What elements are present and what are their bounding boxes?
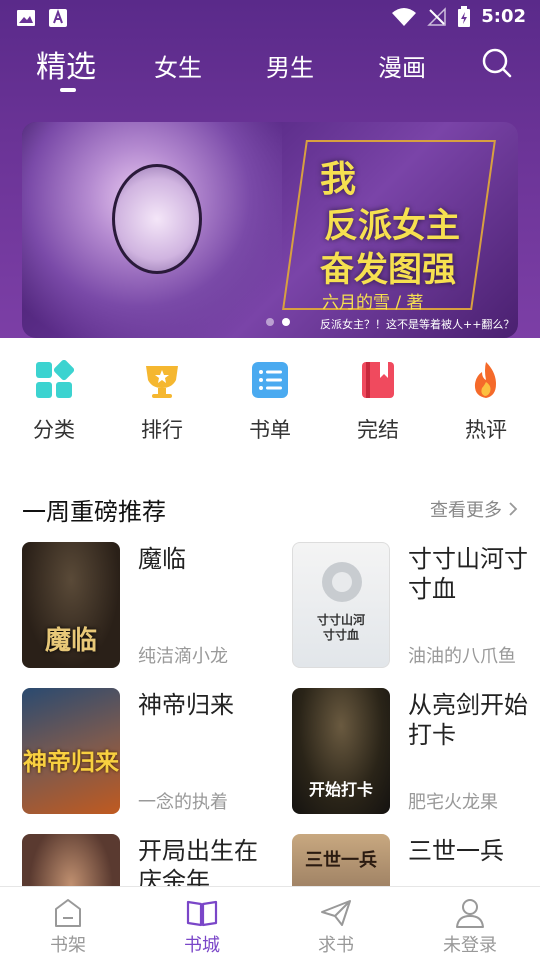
book-author: 纯洁滴小龙: [138, 646, 228, 667]
book-card[interactable]: 魔临 魔临 纯洁滴小龙: [22, 542, 272, 672]
view-more-link[interactable]: 查看更多: [430, 496, 518, 522]
book-cover: 寸寸山河 寸寸血: [292, 542, 390, 668]
nav-label: 书架: [50, 935, 86, 956]
book-card[interactable]: 开始打卡 从亮剑开始打卡 肥宅火龙果: [292, 688, 540, 818]
book-title: 从亮剑开始打卡: [408, 691, 528, 749]
book-card[interactable]: 神帝归来 神帝归来 一念的执着: [22, 688, 272, 818]
quick-entry-label: 完结: [357, 418, 399, 442]
category-grid-icon: [34, 359, 75, 400]
user-icon: [454, 897, 486, 929]
list-icon: [250, 360, 290, 400]
book-cover: 神帝归来: [22, 688, 120, 814]
no-signal-icon: [427, 6, 447, 27]
quick-entry-category[interactable]: 分类: [14, 359, 94, 444]
quick-entry-label: 分类: [33, 418, 75, 442]
banner-tagline: 反派女主？！这不是等着被人++翻么？: [320, 318, 515, 331]
nav-bookshelf[interactable]: 书架: [18, 897, 118, 957]
book-author: 肥宅火龙果: [408, 792, 498, 813]
book-cover-title: 三世一兵: [305, 850, 377, 871]
book-cover: 开始打卡: [292, 688, 390, 814]
top-tab-bar: 精选 女生 男生 漫画: [0, 40, 540, 100]
book-cover-title: 开始打卡: [308, 780, 373, 799]
promo-banner[interactable]: 我 反派女主 奋发图强 六月的雪 / 著 反派女主？！这不是等着被人++翻么？: [22, 122, 518, 338]
active-tab-indicator: [60, 88, 76, 92]
banner-title-line2: 反派女主: [324, 206, 460, 246]
nav-label: 未登录: [443, 935, 497, 956]
banner-dot[interactable]: [266, 318, 274, 326]
status-time: 5:02: [481, 6, 526, 27]
book-cover: 魔临: [22, 542, 120, 668]
section-title: 一周重磅推荐: [22, 498, 166, 526]
nav-request-book[interactable]: 求书: [286, 897, 386, 957]
book-title: 寸寸山河寸寸血: [408, 545, 528, 603]
tab-female[interactable]: 女生: [154, 48, 202, 83]
bookshelf-icon: [52, 897, 84, 929]
banner-title-line1: 我: [320, 159, 357, 200]
tab-featured[interactable]: 精选: [36, 42, 96, 86]
banner-fan-art: [112, 164, 202, 274]
quick-entry-label: 书单: [249, 418, 291, 442]
book-title: 神帝归来: [138, 691, 234, 719]
battery-charging-icon: [457, 5, 471, 27]
book-cover-title: 寸寸山河 寸寸血: [316, 613, 365, 642]
quick-entry-label: 热评: [465, 418, 507, 442]
nav-label: 书城: [184, 935, 220, 956]
banner-title-line3: 奋发图强: [320, 250, 456, 290]
nav-bookstore[interactable]: 书城: [152, 897, 252, 957]
tab-male[interactable]: 男生: [266, 48, 314, 83]
open-book-icon: [186, 897, 218, 929]
quick-entry-hot-reviews[interactable]: 热评: [446, 360, 526, 444]
book-author: 油油的八爪鱼: [408, 646, 516, 667]
wifi-icon: [391, 7, 417, 27]
banner-dot-active[interactable]: [282, 318, 290, 326]
quick-entry-completed[interactable]: 完结: [338, 360, 418, 444]
banner-author: 六月的雪 / 著: [322, 293, 424, 313]
book-title: 魔临: [138, 545, 186, 573]
quick-entry-booklist[interactable]: 书单: [230, 360, 310, 444]
paper-plane-icon: [320, 897, 352, 929]
banner-pagination: [266, 318, 290, 326]
fire-icon: [466, 360, 506, 400]
bookmark-book-icon: [358, 360, 398, 400]
nav-login[interactable]: 未登录: [420, 897, 520, 957]
book-cover-title: 魔临: [44, 626, 97, 656]
book-cover-title: 神帝归来: [23, 748, 119, 776]
image-icon: [16, 8, 36, 28]
nav-label: 求书: [318, 935, 354, 956]
search-icon[interactable]: [480, 46, 514, 80]
book-title: 三世一兵: [408, 837, 504, 865]
tab-comics[interactable]: 漫画: [378, 48, 426, 83]
status-bar: 5:02: [0, 0, 540, 36]
text-a-icon: [48, 8, 68, 28]
cover-emblem-icon: [322, 562, 362, 602]
book-author: 一念的执着: [138, 792, 228, 813]
quick-entry-row: 分类 排行 书单 完结 热评: [0, 350, 540, 450]
trophy-icon: [142, 360, 182, 400]
book-card[interactable]: 寸寸山河 寸寸血 寸寸山河寸寸血 油油的八爪鱼: [292, 542, 540, 672]
view-more-label: 查看更多: [430, 500, 502, 521]
bottom-navigation: 书架 书城 求书 未登录: [0, 886, 540, 960]
quick-entry-ranking[interactable]: 排行: [122, 360, 202, 444]
quick-entry-label: 排行: [141, 418, 183, 442]
chevron-right-icon: [509, 502, 518, 516]
